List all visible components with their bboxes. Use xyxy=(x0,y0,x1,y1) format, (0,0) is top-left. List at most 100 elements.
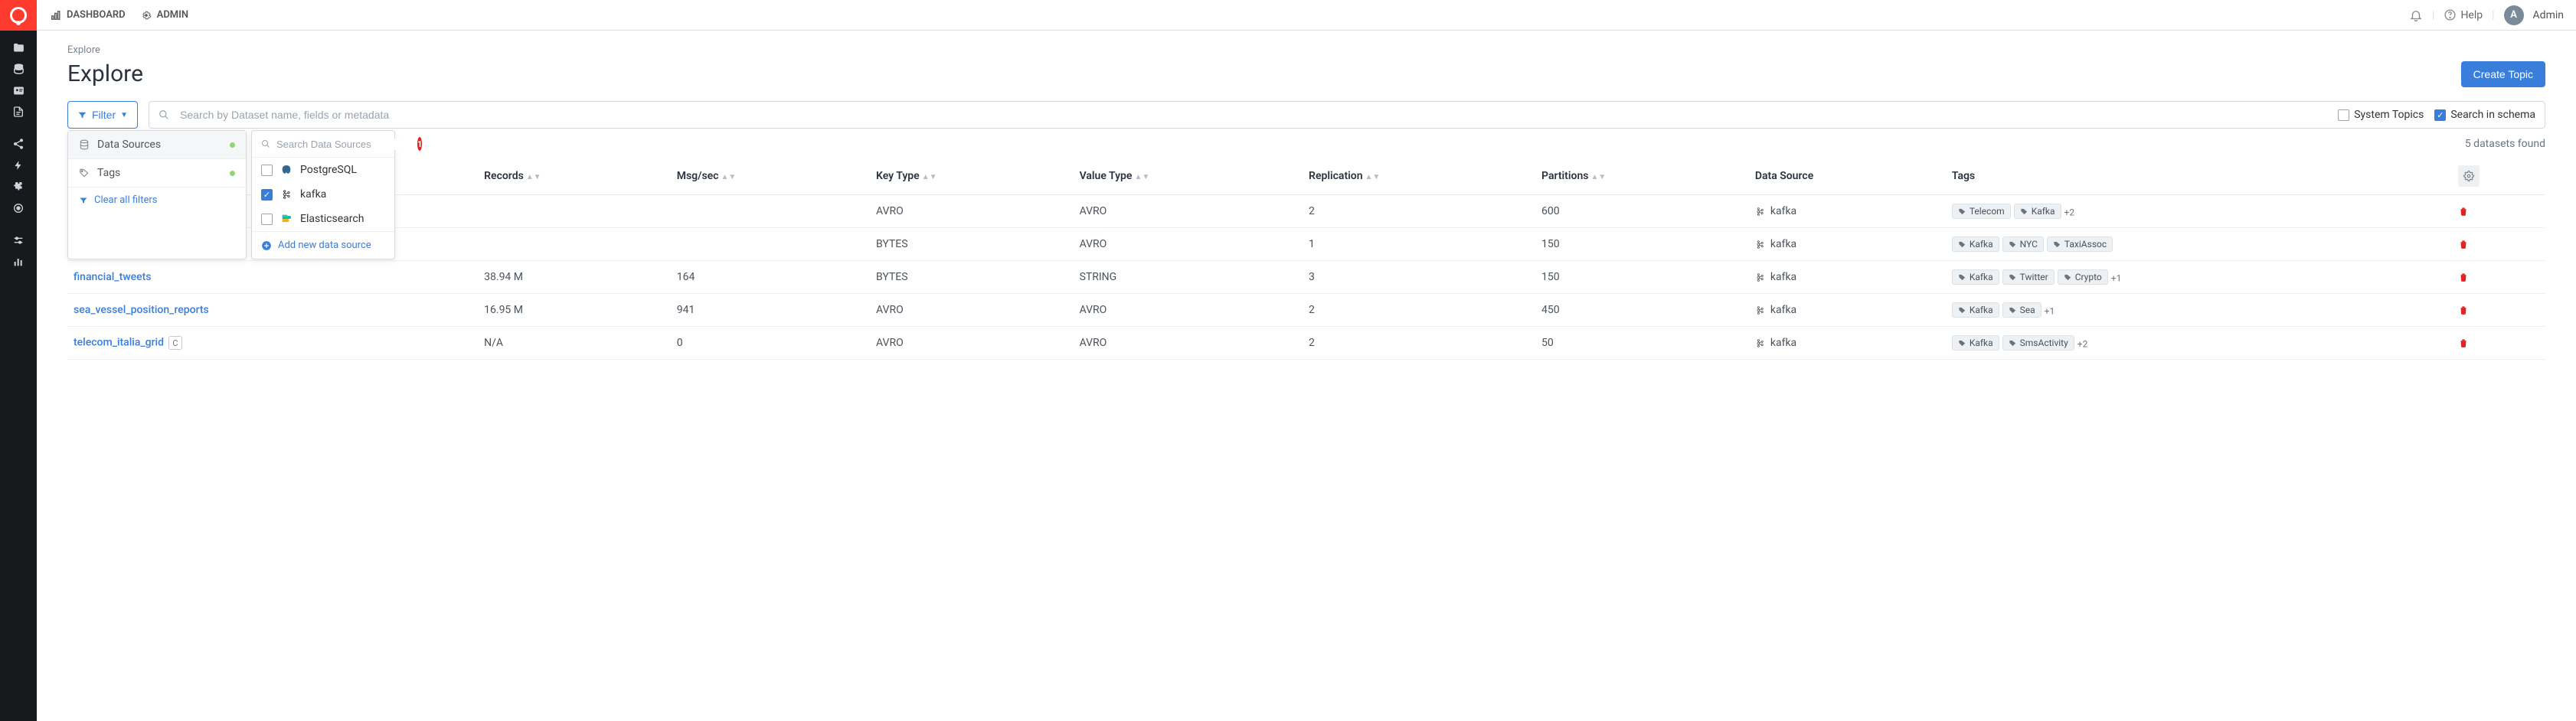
sidebar-barchart-icon[interactable] xyxy=(0,251,37,272)
filter-option-elasticsearch[interactable]: Elasticsearch xyxy=(252,207,394,231)
cell-partitions: 50 xyxy=(1535,327,1749,360)
table-row: cc_data AVRO AVRO 2 600 kafka TelecomKaf… xyxy=(67,195,2545,228)
col-replication[interactable]: Replication▲▼ xyxy=(1303,158,1535,195)
cell-records: 16.95 M xyxy=(478,294,671,327)
filter-option-label: kafka xyxy=(300,188,326,201)
kafka-icon xyxy=(1755,239,1765,250)
cell-replication: 2 xyxy=(1303,195,1535,228)
help-link[interactable]: Help xyxy=(2444,8,2483,21)
filter-category-tags[interactable]: Tags xyxy=(68,159,246,188)
table-row: nyc_yellow_taxi_trip_data BYTES AVRO 1 1… xyxy=(67,228,2545,261)
col-settings[interactable] xyxy=(2452,158,2545,195)
tag-more[interactable]: +2 xyxy=(2064,207,2075,218)
filter-button-label: Filter xyxy=(92,109,116,121)
cell-valuetype: AVRO xyxy=(1074,228,1303,261)
cell-delete xyxy=(2452,294,2545,327)
tag[interactable]: Kafka xyxy=(1952,302,1999,318)
filter-icon xyxy=(77,110,87,120)
data-source-search-input[interactable] xyxy=(276,139,411,150)
sidebar-puzzle-icon[interactable] xyxy=(0,176,37,197)
col-records[interactable]: Records▲▼ xyxy=(478,158,671,195)
col-tags: Tags xyxy=(1946,158,2452,195)
cell-delete xyxy=(2452,327,2545,360)
tag-more[interactable]: +1 xyxy=(2045,306,2055,317)
tag[interactable]: Kafka xyxy=(1952,237,1999,252)
sidebar-folder-icon[interactable] xyxy=(0,37,37,58)
create-topic-button[interactable]: Create Topic xyxy=(2461,61,2545,87)
filter-option-kafka[interactable]: ✓ kafka xyxy=(252,182,394,207)
filter-icon xyxy=(79,196,88,205)
add-data-source[interactable]: Add new data source xyxy=(252,231,394,259)
search-input[interactable] xyxy=(180,102,2327,128)
sidebar-share-icon[interactable] xyxy=(0,133,37,155)
sidebar-id-icon[interactable] xyxy=(0,80,37,101)
database-icon xyxy=(79,139,90,150)
col-valuetype[interactable]: Value Type▲▼ xyxy=(1074,158,1303,195)
filter-button[interactable]: Filter ▼ xyxy=(67,101,138,129)
trash-icon[interactable] xyxy=(2458,338,2539,348)
cell-tags: TelecomKafka+2 xyxy=(1946,195,2452,228)
tag[interactable]: Crypto xyxy=(2058,269,2108,285)
cell-msgsec: 0 xyxy=(671,327,870,360)
top-header: DASHBOARD ADMIN | Help | A Admin xyxy=(0,0,2576,31)
trash-icon[interactable] xyxy=(2458,272,2539,282)
tag-icon xyxy=(79,168,90,178)
system-topics-checkbox[interactable]: System Topics xyxy=(2338,109,2424,121)
col-partitions[interactable]: Partitions▲▼ xyxy=(1535,158,1749,195)
cell-keytype: BYTES xyxy=(870,228,1074,261)
sidebar-target-icon[interactable] xyxy=(0,197,37,219)
plus-circle-icon xyxy=(261,240,272,251)
tag[interactable]: Kafka xyxy=(1952,335,1999,351)
cell-name: financial_tweets xyxy=(67,261,478,294)
cell-datasource: kafka xyxy=(1749,294,1946,327)
tag[interactable]: TaxiAssoc xyxy=(2047,237,2113,252)
sidebar-file-icon[interactable] xyxy=(0,101,37,122)
sidebar-sliders-icon[interactable] xyxy=(0,230,37,251)
col-keytype[interactable]: Key Type▲▼ xyxy=(870,158,1074,195)
filter-category-label: Data Sources xyxy=(97,139,161,151)
bell-icon[interactable] xyxy=(2409,8,2423,22)
trash-icon[interactable] xyxy=(2458,239,2539,250)
trash-icon[interactable] xyxy=(2458,305,2539,315)
cell-partitions: 450 xyxy=(1535,294,1749,327)
cell-records xyxy=(478,228,671,261)
table-row: sea_vessel_position_reports 16.95 M 941 … xyxy=(67,294,2545,327)
search-in-schema-checkbox[interactable]: ✓ Search in schema xyxy=(2434,109,2535,121)
tag[interactable]: SmsActivity xyxy=(2002,335,2074,351)
filter-option-label: Elasticsearch xyxy=(300,213,364,225)
cell-datasource: kafka xyxy=(1749,228,1946,261)
system-topics-label: System Topics xyxy=(2354,109,2424,121)
tag[interactable]: Sea xyxy=(2002,302,2042,318)
nav-admin[interactable]: ADMIN xyxy=(141,9,188,21)
filter-option-postgresql[interactable]: PostgreSQL xyxy=(252,158,394,182)
avatar[interactable]: A xyxy=(2504,5,2524,25)
left-sidebar xyxy=(0,31,37,721)
app-logo[interactable] xyxy=(0,0,37,31)
tag[interactable]: Kafka xyxy=(1952,269,1999,285)
cell-partitions: 150 xyxy=(1535,228,1749,261)
tag[interactable]: Kafka xyxy=(2014,204,2061,219)
dataset-link[interactable]: financial_tweets xyxy=(74,271,152,283)
clear-all-filters[interactable]: Clear all filters xyxy=(68,188,246,213)
filter-category-data-sources[interactable]: Data Sources xyxy=(68,131,246,159)
cell-name: telecom_italia_gridC xyxy=(67,327,478,360)
dataset-link[interactable]: telecom_italia_grid xyxy=(74,337,164,349)
cell-msgsec: 941 xyxy=(671,294,870,327)
results-count: 5 datasets found xyxy=(67,138,2545,150)
tag-more[interactable]: +2 xyxy=(2077,339,2088,350)
sidebar-bolt-icon[interactable] xyxy=(0,155,37,176)
tag[interactable]: Telecom xyxy=(1952,204,2011,219)
dataset-link[interactable]: sea_vessel_position_reports xyxy=(74,304,209,316)
cell-name: sea_vessel_position_reports xyxy=(67,294,478,327)
tag[interactable]: NYC xyxy=(2002,237,2044,252)
tag-more[interactable]: +1 xyxy=(2111,273,2122,284)
tag[interactable]: Twitter xyxy=(2002,269,2055,285)
filter-category-label: Tags xyxy=(97,167,120,179)
cell-msgsec xyxy=(671,228,870,261)
sidebar-database-icon[interactable] xyxy=(0,58,37,80)
col-msgsec[interactable]: Msg/sec▲▼ xyxy=(671,158,870,195)
table-row: financial_tweets 38.94 M 164 BYTES STRIN… xyxy=(67,261,2545,294)
chart-bar-icon xyxy=(51,10,61,21)
trash-icon[interactable] xyxy=(2458,206,2539,217)
nav-dashboard[interactable]: DASHBOARD xyxy=(51,9,126,21)
